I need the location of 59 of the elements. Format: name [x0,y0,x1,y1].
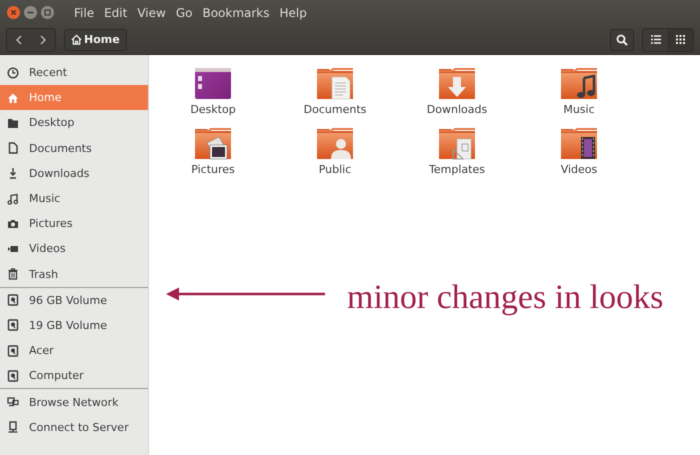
download-icon [7,167,19,180]
grid-view-button[interactable] [668,28,693,50]
sidebar-item[interactable]: Pictures [0,211,148,236]
file-name[interactable]: Pictures [191,163,235,176]
sidebar-item[interactable]: Connect to Server [0,414,148,440]
sidebar-item[interactable]: Computer [0,363,148,388]
sidebar-item[interactable]: Downloads [0,160,148,186]
sidebar-item[interactable]: Desktop [0,110,148,136]
menu-item[interactable]: Bookmarks [197,6,275,20]
list-icon[interactable] [650,35,660,44]
home-icon [71,34,82,45]
annotation-text: minor changes in looks [347,279,664,317]
server-icon [7,421,19,434]
folder-icon[interactable] [193,65,233,101]
sidebar-item[interactable]: 96 GB Volume [0,288,148,313]
file-name[interactable]: Templates [429,163,485,176]
grid-icon[interactable] [676,34,686,44]
menu-item[interactable]: Help [274,6,312,20]
sidebar-item[interactable]: Browse Network [0,389,148,415]
clock-icon [7,66,19,79]
search-button[interactable] [610,28,634,50]
sidebar-item[interactable]: Trash [0,262,148,287]
menu-item[interactable]: File [69,6,100,20]
trash-icon [7,268,19,280]
file-name[interactable]: Desktop [190,103,236,116]
close-icon[interactable] [7,6,20,19]
maximize-icon[interactable] [41,6,54,19]
menu-item[interactable]: Edit [99,6,132,20]
camera-icon [7,218,19,230]
sidebar-item[interactable]: Recent [0,60,148,86]
file-name[interactable]: Public [318,163,352,176]
back-icon[interactable] [15,34,23,44]
menu-item[interactable]: Go [170,6,198,20]
folder-icon[interactable] [193,125,233,161]
sidebar-item[interactable]: Music [0,186,148,212]
sidebar-item[interactable]: Acer [0,338,148,364]
sidebar-item[interactable]: Documents [0,136,148,161]
drive-icon [7,370,19,382]
forward-icon[interactable] [39,34,47,44]
drive-icon [7,319,19,332]
file-name[interactable]: Videos [560,163,598,176]
minimize-icon[interactable] [24,6,37,19]
folder-icon[interactable] [559,125,599,161]
home-icon [7,92,19,104]
file-name[interactable]: Downloads [426,103,488,116]
path-button[interactable]: Home [64,28,127,50]
menu-item[interactable]: View [132,6,171,20]
folder-icon [7,116,19,129]
music-icon [7,192,19,205]
sidebar-item[interactable]: 19 GB Volume [0,312,148,338]
folder-icon[interactable] [559,65,599,101]
network-icon [7,396,19,408]
sidebar-item[interactable]: Videos [0,236,148,262]
search-icon[interactable] [616,34,628,46]
file-name[interactable]: Music [563,103,595,116]
document-icon [7,142,19,154]
file-name[interactable]: Documents [304,103,366,116]
drive-icon [7,294,19,306]
drive-icon [7,344,19,357]
